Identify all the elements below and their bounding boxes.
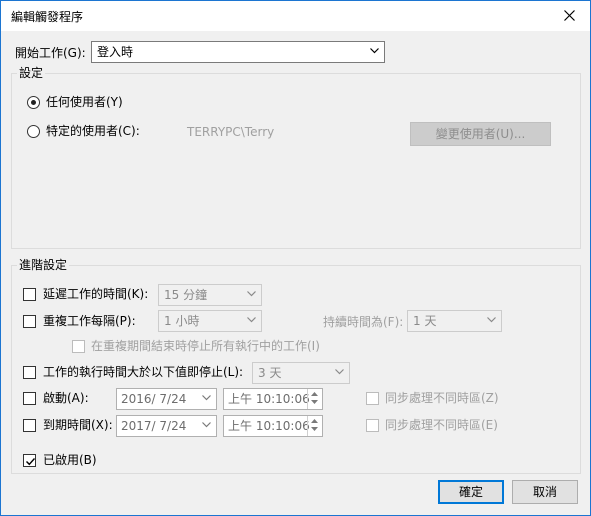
spin-up-icon: [311, 392, 318, 396]
stop-if-longer-checkbox[interactable]: [23, 366, 36, 379]
delay-label: 延遲工作的時間(K):: [43, 287, 149, 301]
time-spin-buttons[interactable]: [307, 389, 322, 409]
stop-at-end-checkbox[interactable]: [72, 340, 85, 353]
advanced-settings-title: 進階設定: [17, 258, 70, 272]
duration-select[interactable]: 1 天: [407, 310, 502, 332]
spin-down-icon: [311, 427, 318, 431]
specific-user-radio[interactable]: [27, 125, 40, 138]
expire-time-spinner[interactable]: 上午 10:10:06: [223, 415, 323, 437]
user-name-text: TERRYPC\Terry: [187, 125, 275, 139]
spin-up-icon: [311, 419, 318, 423]
expire-sync-timezone-checkbox[interactable]: [366, 419, 379, 432]
chevron-down-icon: [202, 395, 211, 401]
activate-date-value: 2016/ 7/24: [121, 392, 187, 406]
repeat-interval-select[interactable]: 1 小時: [158, 310, 262, 332]
activate-checkbox[interactable]: [23, 392, 36, 405]
spin-down-icon: [311, 400, 318, 404]
checkmark-icon: [26, 458, 36, 466]
window-title: 編輯觸發程序: [11, 10, 84, 24]
edit-trigger-dialog: 編輯觸發程序 開始工作(G): 登入時 設定 任何使用者(Y) 特定的使用者(C…: [0, 0, 591, 516]
duration-value: 1 天: [413, 314, 437, 328]
repeat-interval-value: 1 小時: [164, 314, 200, 328]
enabled-label: 已啟用(B): [43, 453, 97, 467]
stop-if-longer-label: 工作的執行時間大於以下值即停止(L):: [43, 365, 244, 379]
stop-at-end-label: 在重複期間結束時停止所有執行中的工作(I): [91, 339, 320, 353]
chevron-down-icon: [247, 291, 256, 297]
activate-time-value: 上午 10:10:06: [228, 392, 310, 406]
activate-time-spinner[interactable]: 上午 10:10:06: [223, 388, 323, 410]
ok-button[interactable]: 確定: [438, 480, 504, 504]
begin-task-value: 登入時: [97, 45, 134, 59]
chevron-down-icon: [247, 317, 256, 323]
cancel-button[interactable]: 取消: [512, 480, 578, 504]
chevron-down-icon: [335, 369, 344, 375]
repeat-checkbox[interactable]: [23, 315, 36, 328]
expire-checkbox[interactable]: [23, 419, 36, 432]
activate-label: 啟動(A):: [43, 391, 89, 405]
expire-time-value: 上午 10:10:06: [228, 419, 310, 433]
expire-date-picker[interactable]: 2017/ 7/24: [116, 415, 217, 437]
duration-label: 持續時間為(F):: [323, 315, 404, 329]
change-user-button[interactable]: 變更使用者(U)...: [410, 122, 551, 146]
time-spin-buttons[interactable]: [307, 416, 322, 436]
close-icon: [564, 10, 575, 21]
expire-label: 到期時間(X):: [43, 418, 113, 432]
delay-value: 15 分鐘: [164, 288, 208, 302]
begin-task-select[interactable]: 登入時: [91, 41, 385, 63]
chevron-down-icon: [487, 317, 496, 323]
chevron-down-icon: [370, 48, 379, 54]
close-button[interactable]: [550, 1, 590, 31]
chevron-down-icon: [202, 422, 211, 428]
title-bar[interactable]: 編輯觸發程序: [1, 1, 590, 31]
begin-task-label: 開始工作(G):: [15, 46, 86, 60]
expire-date-value: 2017/ 7/24: [121, 419, 187, 433]
any-user-radio[interactable]: [27, 96, 40, 109]
repeat-label: 重複工作每隔(P):: [43, 314, 136, 328]
activate-sync-timezone-checkbox[interactable]: [366, 392, 379, 405]
activate-sync-timezone-label: 同步處理不同時區(Z): [385, 391, 499, 405]
activate-date-picker[interactable]: 2016/ 7/24: [116, 388, 217, 410]
enabled-checkbox[interactable]: [23, 454, 36, 467]
stop-if-longer-select[interactable]: 3 天: [252, 362, 350, 384]
delay-checkbox[interactable]: [23, 288, 36, 301]
delay-select[interactable]: 15 分鐘: [158, 284, 262, 306]
settings-group-title: 設定: [17, 66, 46, 80]
expire-sync-timezone-label: 同步處理不同時區(E): [385, 418, 498, 432]
any-user-label: 任何使用者(Y): [46, 95, 123, 109]
specific-user-label: 特定的使用者(C):: [46, 124, 140, 138]
stop-if-longer-value: 3 天: [258, 366, 282, 380]
